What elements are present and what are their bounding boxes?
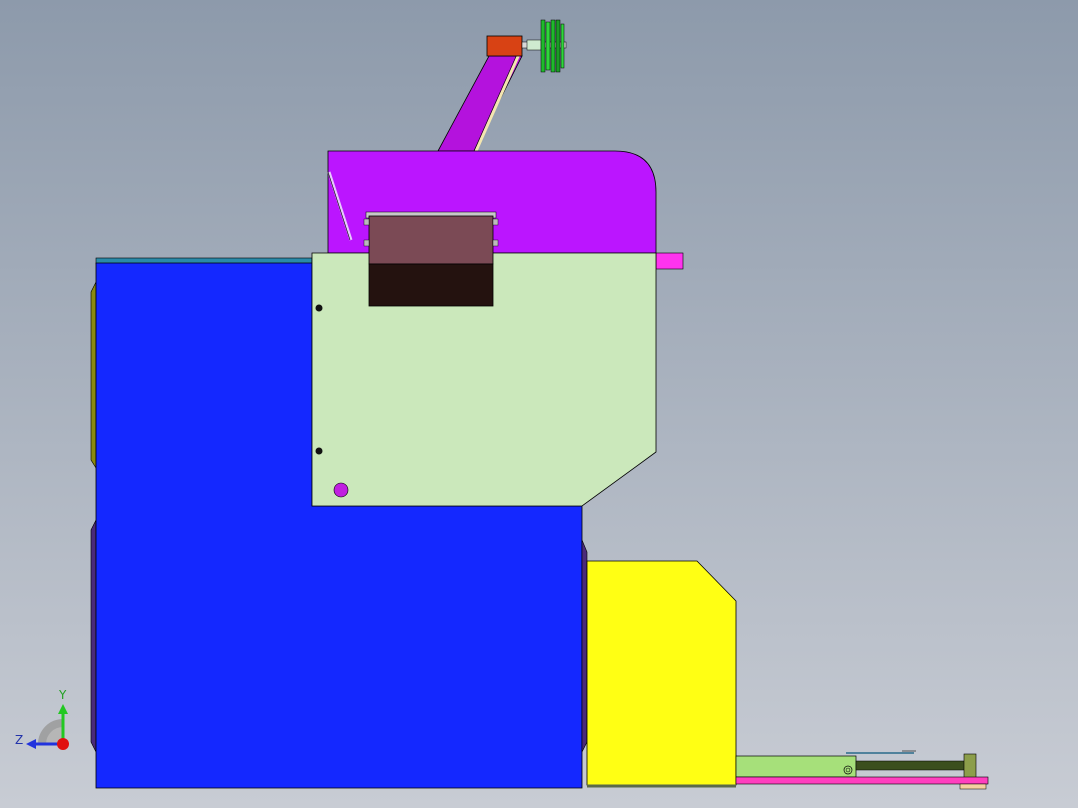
shaft-coupler xyxy=(526,39,542,51)
motor-arm[interactable] xyxy=(437,55,523,152)
frame-left-edge-upper xyxy=(90,281,97,470)
orientation-triad: Y Z xyxy=(15,688,69,750)
model-canvas[interactable]: Y Z xyxy=(0,0,1078,808)
slide-rail[interactable] xyxy=(735,755,857,778)
dark-rod xyxy=(855,760,967,771)
motor[interactable] xyxy=(486,35,523,57)
triad-z-label: Z xyxy=(15,733,23,747)
triad-y-label: Y xyxy=(58,688,67,702)
x-axis-dot xyxy=(57,738,69,750)
frame-left-edge-lower xyxy=(90,519,97,753)
pink-strip xyxy=(735,776,989,785)
end-bracket xyxy=(963,753,977,779)
yellow-enclosure[interactable] xyxy=(586,560,737,786)
bolt-hole-upper xyxy=(315,304,323,312)
frame-right-edge xyxy=(581,539,588,753)
slide-rail-assembly[interactable] xyxy=(735,750,989,790)
bolt-hole-lower xyxy=(315,447,323,455)
hopper-window[interactable] xyxy=(363,211,499,307)
housing-tab[interactable] xyxy=(655,252,684,270)
purple-knob[interactable] xyxy=(333,482,349,498)
cad-viewport[interactable]: Y Z xyxy=(0,0,1078,808)
